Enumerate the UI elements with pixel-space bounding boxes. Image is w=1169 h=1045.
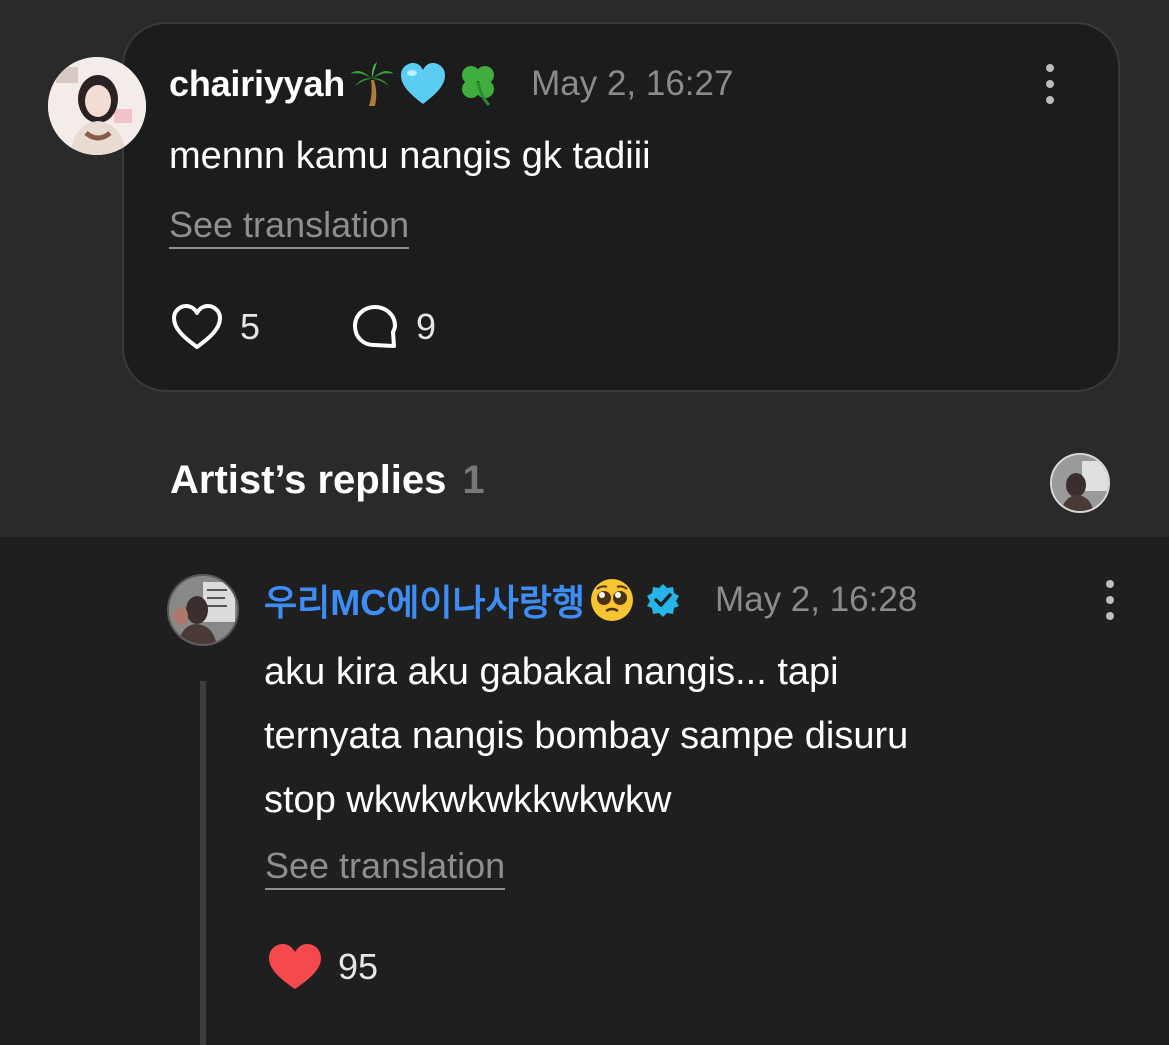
- comment-more-options-icon[interactable]: [1043, 64, 1057, 104]
- reply-text-line: aku kira aku gabakal nangis... tapi: [264, 651, 839, 693]
- reply-like-button[interactable]: 95: [268, 942, 378, 992]
- reply-more-options-icon[interactable]: [1103, 580, 1117, 620]
- artist-replies-count: 1: [462, 458, 485, 502]
- reply-see-translation-link[interactable]: See translation: [265, 846, 506, 890]
- reply-header: 우리MC에이나사랑행 May 2, 16:28: [264, 574, 917, 626]
- verified-badge-icon: [645, 582, 681, 618]
- reply-like-count: 95: [338, 946, 379, 987]
- pleading-face-icon: [589, 577, 635, 623]
- light-blue-heart-icon: [399, 62, 447, 106]
- commenter-username[interactable]: chairiyyah: [169, 63, 345, 105]
- heart-outline-icon: [172, 304, 222, 349]
- reply-text-line: ternyata nangis bombay sampe disuru: [264, 715, 909, 757]
- comment-text: mennn kamu nangis gk tadiii: [169, 135, 651, 177]
- comment-timestamp: May 2, 16:27: [531, 64, 734, 103]
- reply-timestamp: May 2, 16:28: [714, 580, 918, 619]
- comment-header: chairiyyah May 2, 16:27: [169, 58, 733, 110]
- comment-thread-screen: chairiyyah May 2, 16:27 mennn kamu nangi…: [0, 0, 1169, 1045]
- thread-line: [200, 681, 206, 1045]
- see-translation-link[interactable]: See translation: [169, 205, 410, 249]
- reply-text: aku kira aku gabakal nangis... tapi tern…: [264, 640, 1084, 832]
- comment-like-count: 5: [240, 306, 261, 347]
- commenter-avatar[interactable]: [48, 57, 146, 155]
- artist-username[interactable]: 우리MC에이나사랑행: [264, 574, 585, 626]
- artist-replies-title: Artist’s replies: [170, 458, 447, 502]
- artist-avatar[interactable]: [167, 574, 239, 646]
- speech-bubble-icon: [353, 305, 397, 348]
- comment-reply-button[interactable]: 9: [350, 302, 436, 352]
- reply-text-line: stop wkwkwkwkkwkwkw: [264, 779, 672, 821]
- heart-filled-icon: [269, 944, 321, 989]
- comment-like-button[interactable]: 5: [170, 302, 260, 352]
- four-leaf-clover-icon: [455, 61, 501, 107]
- palm-tree-icon: [349, 62, 395, 106]
- comment-reply-count: 9: [416, 306, 437, 347]
- artist-replies-header: Artist’s replies 1: [170, 458, 485, 503]
- artist-avatar-small[interactable]: [1050, 453, 1110, 513]
